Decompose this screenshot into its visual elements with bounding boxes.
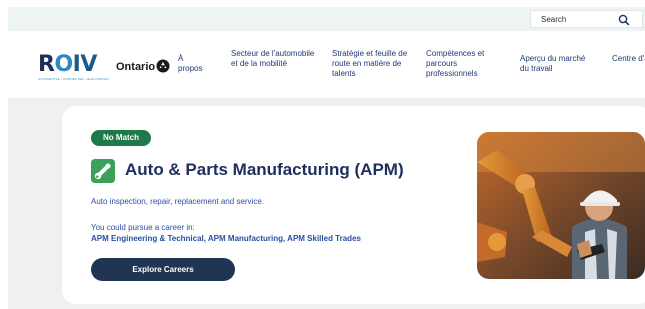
search-icon[interactable]	[617, 13, 631, 27]
career-title: Auto & Parts Manufacturing (APM)	[125, 160, 404, 179]
nav-link-centre[interactable]: Centre d'appren	[612, 54, 645, 64]
nav-link-a-propos[interactable]: À propos	[178, 54, 208, 74]
top-utility-bar	[8, 7, 645, 31]
wrench-icon	[91, 159, 115, 183]
main-navigation: ROIV AUTOMOTIVE • CONNECTED • ELECTRIFIE…	[8, 31, 645, 98]
pursue-label: You could pursue a career in:	[91, 223, 195, 232]
explore-careers-button[interactable]: Explore Careers	[91, 258, 235, 281]
nav-link-secteur[interactable]: Secteur de l'automobile et de la mobilit…	[231, 49, 315, 69]
trillium-icon	[156, 59, 170, 73]
roiv-logo[interactable]: ROIV AUTOMOTIVE • CONNECTED • ELECTRIFIE…	[38, 52, 109, 82]
career-description: Auto inspection, repair, replacement and…	[91, 197, 264, 206]
nav-link-apercu[interactable]: Aperçu du marché du travail	[520, 54, 594, 74]
career-paths-list: APM Engineering & Technical, APM Manufac…	[91, 234, 361, 243]
search-box[interactable]	[530, 10, 643, 28]
logo-tagline: AUTOMOTIVE • CONNECTED • ELECTRIFIED	[38, 77, 109, 81]
nav-link-strategie[interactable]: Stratégie et feuille de route en matière…	[332, 49, 412, 79]
search-input[interactable]	[541, 13, 611, 25]
ontario-logo-text[interactable]: Ontario	[116, 61, 155, 73]
match-status-badge: No Match	[91, 130, 151, 146]
engineer-robot-arm-photo	[477, 132, 645, 279]
nav-link-competences[interactable]: Compétences et parcours professionnels	[426, 49, 494, 79]
logo-wordmark: ROIV	[38, 52, 97, 77]
